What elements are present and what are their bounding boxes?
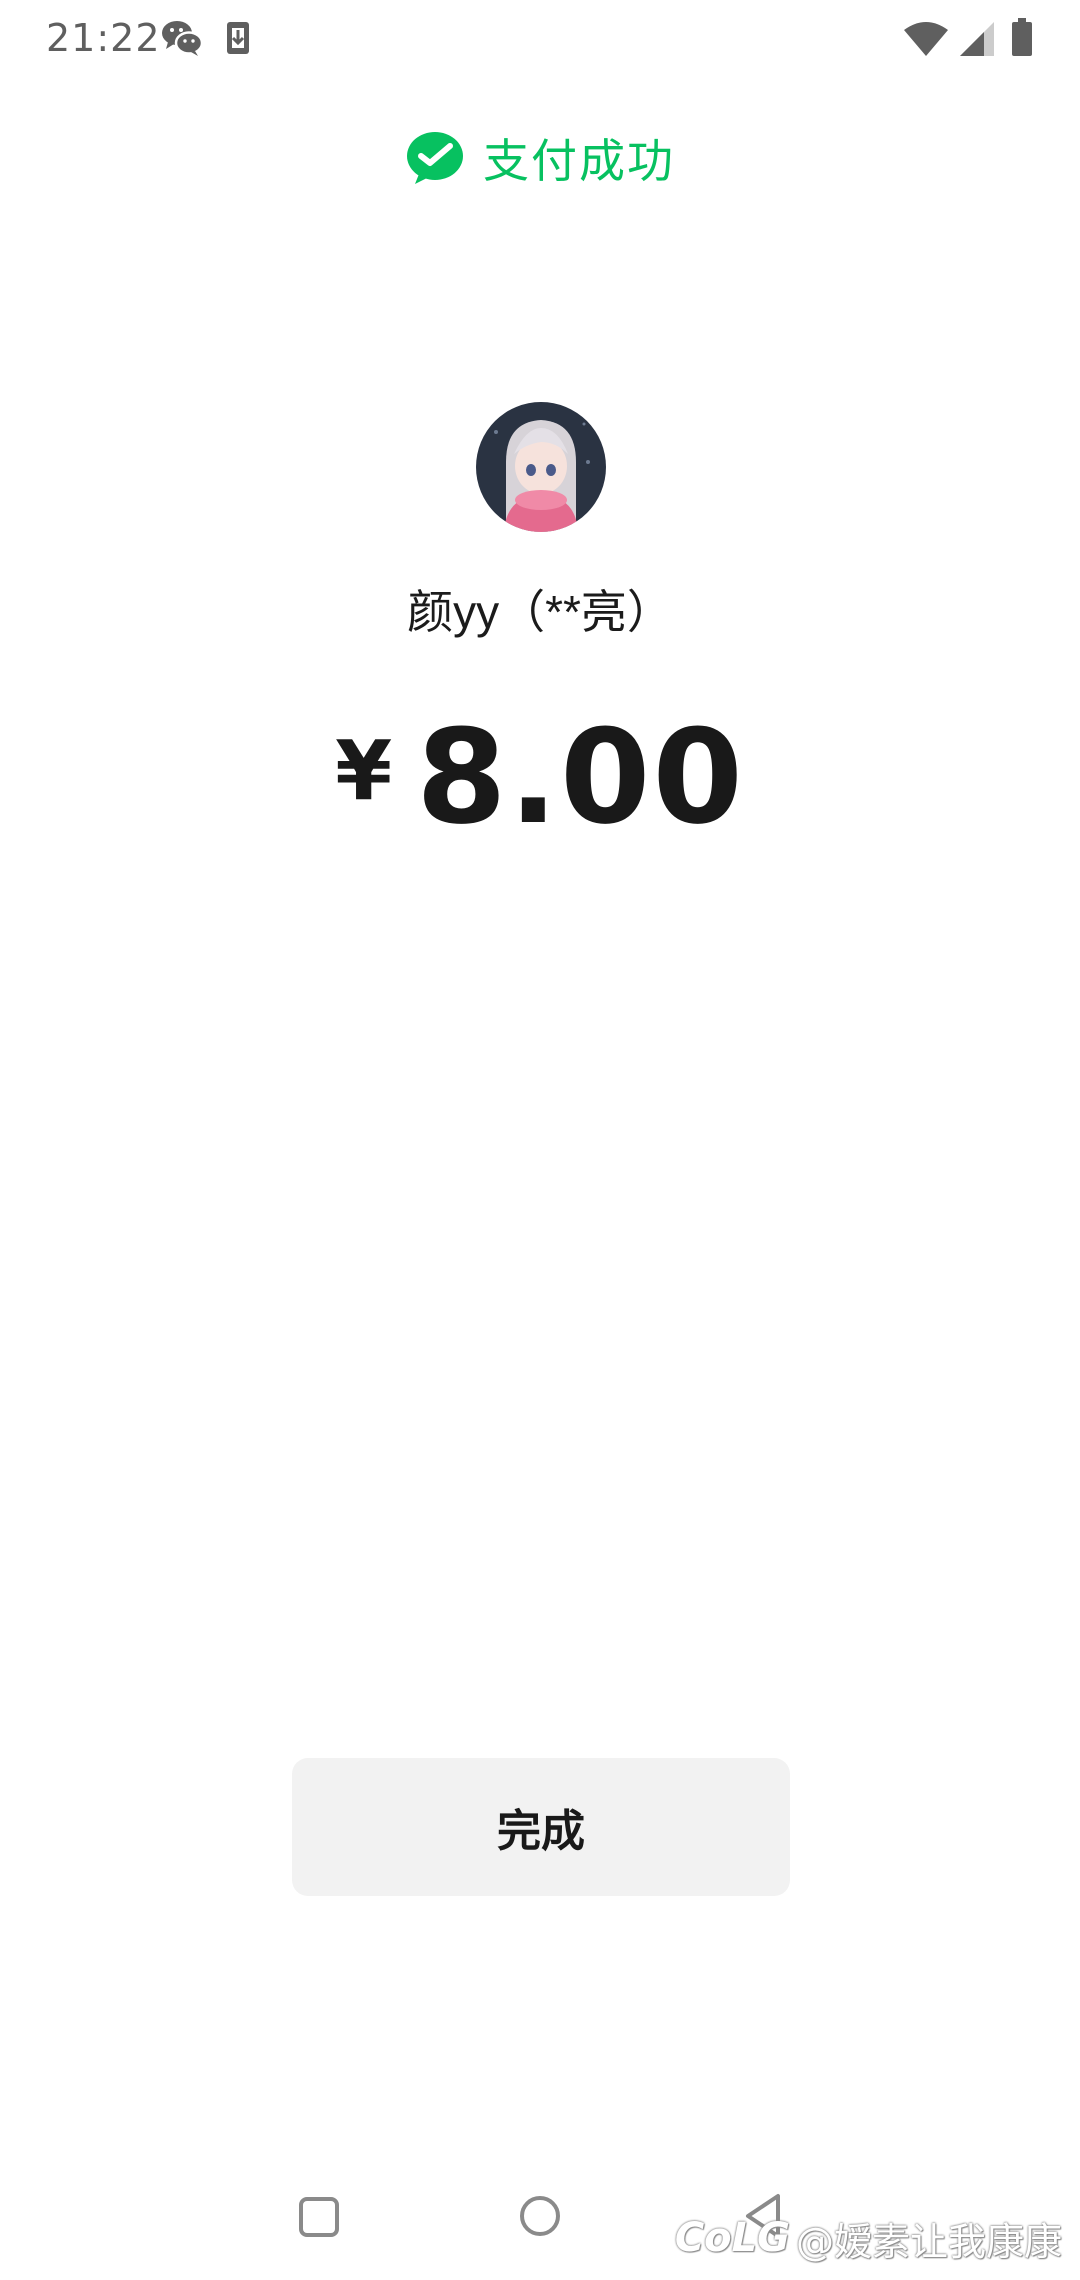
watermark-text: @嫒素让我康康 [795, 2219, 1062, 2264]
amount-value: 8.00 [416, 701, 745, 853]
done-button[interactable]: 完成 [292, 1758, 790, 1896]
wechat-pay-logo-icon [407, 132, 463, 184]
payment-result-header: 支付成功 [0, 118, 1080, 198]
signal-icon [960, 22, 994, 56]
currency-symbol: ¥ [335, 724, 393, 819]
recents-icon[interactable] [298, 2196, 340, 2238]
battery-icon [1012, 18, 1032, 56]
payee-avatar [476, 402, 606, 532]
wechat-icon [162, 21, 204, 56]
payment-success-title: 支付成功 [483, 135, 675, 187]
status-bar: 21:22 [0, 0, 1080, 80]
home-icon[interactable] [518, 2194, 562, 2238]
payee-name: 颜yy（**亮） [407, 586, 673, 638]
payment-success-screen: 21:22 支付成功 颜yy（**亮） ¥ 8.00 完成 CoLG @嫒素让我… [0, 0, 1080, 2280]
watermark-logo: CoLG [674, 2215, 790, 2261]
status-time: 21:22 [46, 16, 161, 60]
wifi-icon [904, 22, 948, 56]
payment-amount: ¥ 8.00 [0, 701, 1080, 853]
watermark: CoLG @嫒素让我康康 [675, 2210, 1062, 2266]
download-icon [227, 22, 249, 54]
